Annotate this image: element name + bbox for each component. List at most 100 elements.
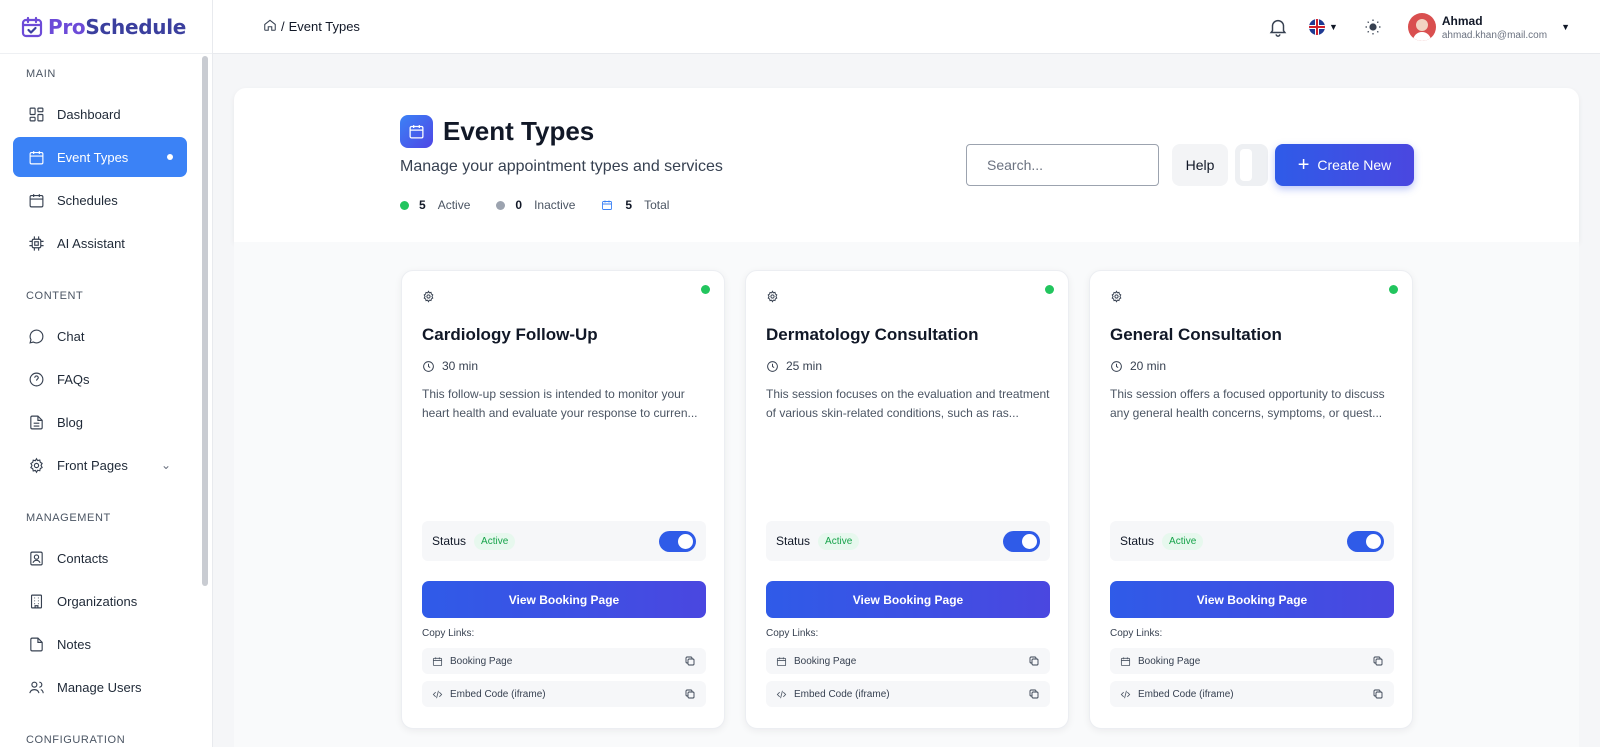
copy-icon[interactable]: [684, 655, 696, 667]
stat-total-label: Total: [644, 198, 670, 212]
view-toggle-button[interactable]: [1235, 144, 1268, 186]
status-toggle[interactable]: [659, 531, 696, 552]
copy-booking-link[interactable]: Booking Page: [766, 648, 1050, 674]
copy-link-label: Booking Page: [794, 655, 857, 667]
inactive-status-dot: [496, 200, 506, 210]
copy-embed-code[interactable]: Embed Code (iframe): [766, 681, 1050, 707]
stat-inactive-label: Inactive: [534, 198, 576, 212]
sidebar-item-contacts[interactable]: Contacts: [13, 538, 187, 578]
sidebar-item-dashboard[interactable]: Dashboard: [13, 94, 187, 134]
status-badge: Active: [818, 532, 860, 550]
calendar-icon: [776, 656, 787, 667]
status-label: Status: [432, 534, 467, 548]
duration-text: 25 min: [786, 359, 823, 373]
copy-embed-code[interactable]: Embed Code (iframe): [422, 681, 706, 707]
copy-icon[interactable]: [1028, 655, 1040, 667]
sidebar-item-notes[interactable]: Notes: [13, 624, 187, 664]
sidebar-item-event-types[interactable]: Event Types: [13, 137, 187, 177]
search-input[interactable]: [966, 144, 1159, 186]
chevron-down-icon: ▼: [1328, 22, 1338, 32]
sidebar: ProSchedule MAIN Dashboard Event Types S…: [0, 0, 213, 747]
copy-link-label: Booking Page: [1138, 655, 1201, 667]
gear-icon[interactable]: [422, 290, 435, 303]
sidebar-item-organizations[interactable]: Organizations: [13, 581, 187, 621]
view-booking-page-button[interactable]: View Booking Page: [422, 581, 706, 618]
sidebar-item-manage-users[interactable]: Manage Users: [13, 667, 187, 707]
gear-icon[interactable]: [766, 290, 779, 303]
stat-total: 5 Total: [601, 198, 669, 212]
stat-inactive-count: 0: [515, 198, 523, 212]
copy-booking-link[interactable]: Booking Page: [422, 648, 706, 674]
section-title-main: MAIN: [26, 68, 56, 80]
card-title: Dermatology Consultation: [766, 325, 979, 344]
sidebar-item-faqs[interactable]: FAQs: [13, 359, 187, 399]
building-icon: [27, 592, 45, 610]
sidebar-item-ai-assistant[interactable]: AI Assistant: [13, 223, 187, 263]
plus-icon: +: [1297, 154, 1310, 176]
cpu-chip-icon: [27, 234, 45, 252]
language-selector[interactable]: ▼: [1308, 19, 1338, 35]
sidebar-item-label: AI Assistant: [57, 235, 125, 251]
status-toggle[interactable]: [1003, 531, 1040, 552]
sidebar-item-label: Contacts: [57, 550, 109, 566]
stat-active-label: Active: [437, 198, 471, 212]
copy-embed-code[interactable]: Embed Code (iframe): [1110, 681, 1394, 707]
status-label: Status: [776, 534, 811, 548]
section-title-management: MANAGEMENT: [26, 512, 111, 524]
copy-icon[interactable]: [1372, 655, 1384, 667]
user-info: Ahmad ahmad.khan@mail.com: [1442, 14, 1547, 41]
sidebar-item-label: Dashboard: [57, 106, 121, 122]
clock-icon: [767, 360, 778, 372]
card-duration: 25 min: [766, 359, 822, 373]
code-icon: [776, 689, 787, 700]
card-duration: 20 min: [1110, 359, 1166, 373]
copy-link-label: Embed Code (iframe): [1138, 688, 1234, 700]
topbar-actions: ▼ Ahmad ahmad.khan@mail.com ▼: [1267, 0, 1570, 54]
copy-icon[interactable]: [684, 688, 696, 700]
sidebar-item-label: FAQs: [57, 371, 90, 387]
dashboard-icon: [27, 105, 45, 123]
sidebar-item-blog[interactable]: Blog: [13, 402, 187, 442]
sun-icon[interactable]: [1364, 18, 1382, 36]
view-booking-page-button[interactable]: View Booking Page: [1110, 581, 1394, 618]
sidebar-item-chat[interactable]: Chat: [13, 316, 187, 356]
create-new-button[interactable]: + Create New: [1275, 144, 1414, 186]
copy-icon[interactable]: [1028, 688, 1040, 700]
copy-link-label: Booking Page: [450, 655, 513, 667]
sidebar-item-front-pages[interactable]: Front Pages ⌄: [13, 445, 187, 485]
breadcrumb-separator: /: [281, 19, 285, 34]
home-icon[interactable]: [263, 18, 277, 35]
status-label: Status: [1120, 534, 1155, 548]
copy-booking-link[interactable]: Booking Page: [1110, 648, 1394, 674]
stat-active-count: 5: [419, 198, 426, 212]
user-menu[interactable]: Ahmad ahmad.khan@mail.com ▼: [1407, 13, 1570, 41]
sidebar-item-label: Event Types: [57, 149, 129, 165]
brand-logo[interactable]: ProSchedule: [0, 0, 212, 54]
sidebar-scrollbar[interactable]: [202, 56, 208, 586]
gear-icon: [27, 456, 45, 474]
breadcrumb: / Event Types: [263, 18, 360, 35]
topbar: / Event Types ▼ Ahmad ahmad.khan@mail.co…: [213, 0, 1600, 54]
user-email: ahmad.khan@mail.com: [1441, 29, 1548, 41]
chevron-down-icon: ▼: [1561, 22, 1570, 32]
calendar-icon: [1120, 656, 1131, 667]
chevron-down-icon[interactable]: ⌄: [161, 458, 171, 472]
copy-icon[interactable]: [1372, 688, 1384, 700]
calendar-icon: [27, 191, 45, 209]
status-row: Status Active: [1110, 521, 1394, 561]
help-button[interactable]: Help: [1172, 144, 1228, 186]
sidebar-nav: MAIN Dashboard Event Types Schedules AI …: [0, 54, 198, 747]
section-title-content: CONTENT: [26, 290, 84, 302]
user-name: Ahmad: [1441, 13, 1483, 28]
gear-icon[interactable]: [1110, 290, 1123, 303]
stat-inactive: 0 Inactive: [496, 198, 575, 212]
status-toggle[interactable]: [1347, 531, 1384, 552]
view-booking-page-button[interactable]: View Booking Page: [766, 581, 1050, 618]
card-duration: 30 min: [422, 359, 478, 373]
sidebar-item-schedules[interactable]: Schedules: [13, 180, 187, 220]
stats-bar: 5 Active 0 Inactive 5 Total: [400, 198, 695, 212]
bell-icon[interactable]: [1267, 16, 1289, 38]
status-badge: Active: [1162, 532, 1204, 550]
sidebar-item-label: Chat: [57, 328, 85, 344]
copy-links-label: Copy Links:: [766, 628, 819, 639]
